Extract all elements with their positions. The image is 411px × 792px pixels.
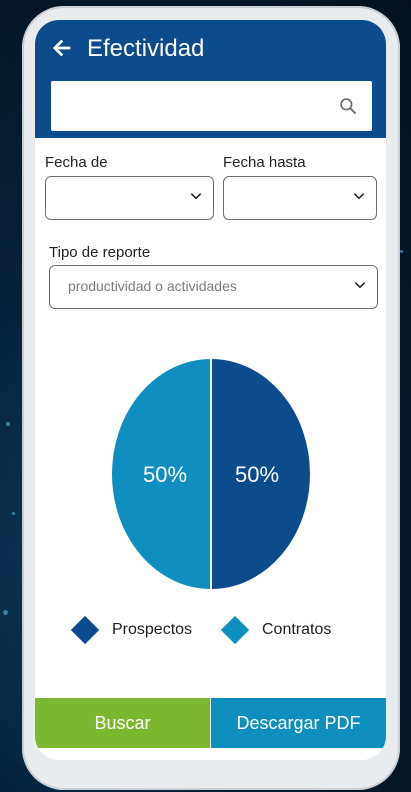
background-sparkle (400, 250, 403, 253)
legend-swatch (220, 615, 250, 645)
legend-label: Contratos (262, 621, 332, 638)
background-sparkle (12, 512, 15, 515)
app-header: Efectividad (35, 20, 386, 138)
tipo-reporte-label: Tipo de reporte (49, 244, 151, 261)
search-icon[interactable] (338, 96, 358, 116)
buscar-button[interactable]: Buscar (35, 698, 210, 748)
pie-chart: 50% 50% (111, 358, 311, 590)
fecha-hasta-label: Fecha hasta (223, 154, 306, 171)
fecha-de-dropdown[interactable] (45, 176, 214, 220)
pie-slice-label: 50% (235, 462, 279, 487)
search-input[interactable] (51, 81, 372, 131)
back-arrow-icon[interactable] (51, 37, 73, 59)
background-sparkle (3, 610, 8, 615)
fecha-hasta-dropdown[interactable] (223, 176, 377, 220)
page-title: Efectividad (87, 35, 205, 62)
descargar-pdf-button[interactable]: Descargar PDF (211, 698, 386, 748)
background-sparkle (6, 422, 10, 426)
chevron-down-icon (353, 193, 365, 200)
fecha-de-label: Fecha de (45, 154, 108, 171)
chevron-down-icon (190, 193, 202, 200)
legend-label: Prospectos (112, 621, 193, 638)
tipo-reporte-value: productividad o actividades (68, 278, 237, 294)
app-screen: Efectividad Fecha de Fecha hasta Tipo de… (35, 20, 386, 760)
chevron-down-icon (354, 282, 366, 289)
tipo-reporte-dropdown[interactable]: productividad o actividades (49, 265, 378, 309)
pie-slice-label: 50% (143, 462, 187, 487)
legend-swatch (70, 615, 100, 645)
